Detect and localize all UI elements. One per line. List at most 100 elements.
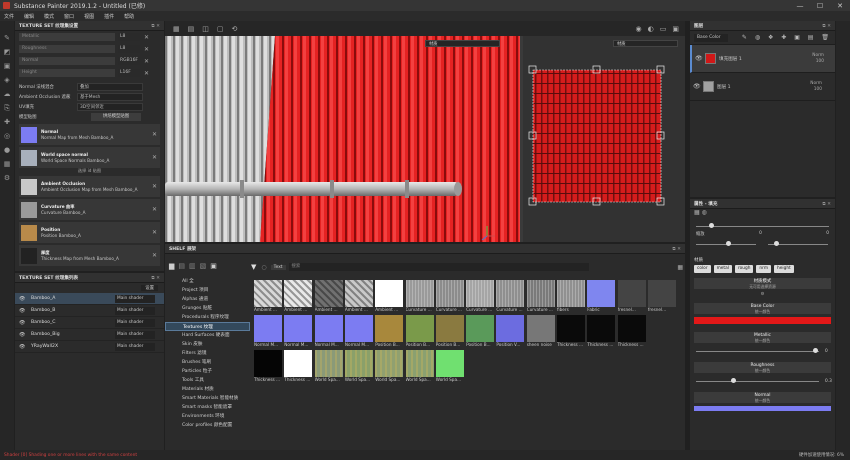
shelf-resource-tile[interactable]: World Spa... (405, 350, 434, 385)
shelf-category[interactable]: Smart masks 智能遮罩 (165, 403, 250, 412)
clear-map-icon[interactable]: ✕ (152, 183, 160, 190)
viewport-3d[interactable]: 材质 (165, 36, 520, 242)
eye-icon[interactable]: 👁 (19, 308, 27, 314)
settings-icon[interactable]: ⚙ (3, 174, 11, 182)
shelf-category[interactable]: Materials 材质 (165, 385, 250, 394)
metallic-slider[interactable] (696, 348, 819, 354)
shelf-category[interactable]: Tools 工具 (165, 376, 250, 385)
shelf-resource-tile[interactable]: Normal M... (284, 315, 313, 350)
close-icon[interactable]: ⧉ ✕ (151, 23, 160, 29)
layer-tools[interactable]: ✎ ◍ ❖ ✚ ▣ ▤ 🗑 (742, 34, 832, 41)
import-icon[interactable]: ▥ (189, 262, 196, 270)
projection-icon[interactable]: ▣ (3, 62, 11, 70)
camera-icon[interactable]: ▢ (217, 25, 224, 33)
map-slot[interactable]: World space normal World Space Normals Ba… (19, 147, 160, 168)
grid-view-icon[interactable]: ▦ (677, 264, 683, 271)
shelf-resource-tile[interactable]: World Spa... (435, 350, 464, 385)
shelf-resource-tile[interactable]: Thickness ... (587, 315, 616, 350)
bake-maps-button[interactable]: 烘焙模型贴图 (91, 113, 141, 121)
folder-icon[interactable]: ▆ (169, 262, 174, 270)
shelf-resource-tile[interactable]: Fabric (587, 280, 616, 315)
menu-file[interactable]: 文件 (4, 13, 14, 20)
base-color-swatch[interactable] (694, 317, 831, 324)
shelf-resource-tile[interactable]: fresnel... (617, 280, 646, 315)
settings-dropdown[interactable]: 设置 (141, 285, 158, 291)
channel-format-select[interactable]: L8 (118, 33, 140, 41)
normal-mix-select[interactable]: 叠加 (77, 83, 143, 91)
shelf-category[interactable]: All 全 (165, 277, 250, 286)
layer-blend-mode[interactable]: Norm (812, 53, 824, 58)
map-slot[interactable]: Curvature 曲率 Curvature Bamboo_A ✕ (19, 199, 160, 220)
viewport-2d-channel-select[interactable]: 材质 (613, 40, 678, 47)
close-button[interactable]: ✕ (830, 2, 850, 10)
menu-mode[interactable]: 模式 (44, 13, 54, 20)
paint-brush-icon[interactable]: ✎ (3, 34, 11, 42)
viewport-3d-channel-select[interactable]: 材质 (425, 40, 500, 47)
shelf-resource-tile[interactable]: Ambient ... (284, 280, 313, 315)
map-slot[interactable]: 厚度 Thickness Map from Mesh Bamboo_A ✕ (19, 245, 160, 266)
shelf-resource-tile[interactable]: Thickness ... (617, 315, 646, 350)
history-icon[interactable]: ⟲ (232, 25, 238, 33)
normal-swatch[interactable] (694, 406, 831, 411)
shelf-category[interactable]: Particles 粒子 (165, 367, 250, 376)
channel-name-field[interactable]: Roughness (19, 45, 115, 53)
roughness-slider[interactable] (696, 378, 819, 384)
viewport-2d[interactable]: 材质 (523, 36, 685, 242)
bake-icon[interactable]: ◎ (3, 132, 11, 140)
channel-name-field[interactable]: Height (19, 69, 115, 77)
shelf-resource-tile[interactable]: World Spa... (344, 350, 373, 385)
shelf-category[interactable]: Project 项目 (165, 286, 250, 295)
screenshot-icon[interactable]: ◉ (636, 25, 642, 33)
shelf-resource-tile[interactable]: Curvature ... (466, 280, 495, 315)
add-resource-icon[interactable]: ▣ (210, 262, 217, 270)
shelf-resource-tile[interactable]: fresnel... (647, 280, 676, 315)
shelf-category[interactable]: Hard Surfaces 硬表面 (165, 331, 250, 340)
clear-map-icon[interactable]: ✕ (152, 131, 160, 138)
shelf-resource-tile[interactable]: Position B... (435, 315, 464, 350)
ao-dependency-select[interactable]: 基于Mesh (77, 93, 143, 101)
channel-format-select[interactable]: RGB16F (118, 57, 140, 65)
channel-toggle-rough[interactable]: rough (734, 265, 754, 273)
map-slot[interactable]: Normal Normal Map from Mesh Bamboo_A ✕ (19, 124, 160, 145)
channel-toggle-metal[interactable]: metal (713, 265, 732, 273)
close-icon[interactable]: ⧉ ✕ (672, 246, 681, 252)
texture-set-icon[interactable]: ▦ (3, 160, 11, 168)
menu-help[interactable]: 帮助 (124, 13, 134, 20)
eye-icon[interactable]: 👁 (695, 55, 703, 62)
shelf-category[interactable]: Grunges 贴脏 (165, 304, 250, 313)
eye-icon[interactable]: 👁 (19, 296, 27, 302)
shelf-resource-tile[interactable]: Ambient ... (314, 280, 343, 315)
layout-icon[interactable]: ▤ (188, 25, 195, 33)
clone-icon[interactable]: ⎘ (3, 104, 11, 112)
shader-select[interactable]: Main shader (115, 294, 155, 303)
texture-set-row[interactable]: 👁 YRayWall2X Main shader (15, 341, 164, 353)
eye-icon[interactable]: 👁 (19, 332, 27, 338)
shelf-resource-tile[interactable]: Ambient ... (375, 280, 404, 315)
shelf-resource-tile[interactable]: Normal M... (314, 315, 343, 350)
display-icon[interactable]: ▭ (660, 25, 667, 33)
channel-format-select[interactable]: L8 (118, 45, 140, 53)
channel-toggle-height[interactable]: height (774, 265, 794, 273)
layer-row[interactable]: 👁 填充图层 1 Norm 100 (690, 45, 835, 73)
shelf-category[interactable]: Brushes 笔刷 (165, 358, 250, 367)
shelf-resource-tile[interactable]: Ambient ... (254, 280, 282, 315)
uv-padding-select[interactable]: 3D空间邻近 (77, 103, 143, 111)
material-icon[interactable]: ◍ (702, 209, 707, 216)
shelf-category[interactable]: Procedurals 程序纹理 (165, 313, 250, 322)
shelf-category[interactable]: Skin 皮肤 (165, 340, 250, 349)
maximize-button[interactable]: ☐ (810, 2, 830, 10)
minimize-button[interactable]: — (790, 2, 810, 10)
eye-icon[interactable]: 👁 (19, 320, 27, 326)
shader-select[interactable]: Main shader (115, 318, 155, 327)
shelf-category[interactable]: Color profiles 颜色配置 (165, 421, 250, 430)
shelf-resource-tile[interactable]: Position B... (405, 315, 434, 350)
grid-icon[interactable]: ▦ (173, 25, 180, 33)
shelf-resource-tile[interactable]: Curvature ... (405, 280, 434, 315)
transform-slider-a[interactable] (696, 223, 829, 229)
channel-toggle-color[interactable]: color (694, 265, 711, 273)
shelf-category[interactable]: Filters 滤镜 (165, 349, 250, 358)
shelf-resource-tile[interactable]: World Spa... (375, 350, 404, 385)
texture-set-row[interactable]: 👁 Bamboo_A Main shader (15, 293, 164, 305)
layer-opacity[interactable]: 100 (814, 87, 822, 92)
clear-filter-icon[interactable]: ○ (261, 264, 266, 271)
